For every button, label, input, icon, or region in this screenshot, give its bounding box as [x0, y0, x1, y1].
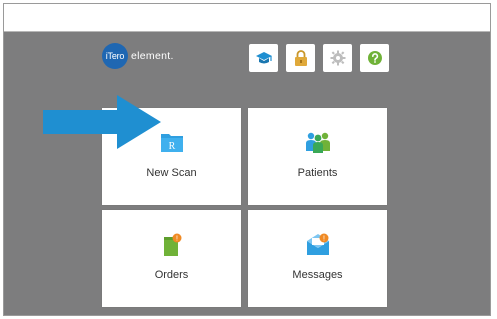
app-home-screen: iTero element. R New Scan Patients ! Ord…: [4, 32, 490, 315]
settings-button[interactable]: [323, 44, 352, 72]
folder-scan-icon: R: [160, 131, 184, 158]
annotation-arrow-icon: [43, 95, 161, 154]
itero-element-logo: iTero element.: [102, 43, 174, 69]
folder-scan-letter: R: [168, 141, 175, 152]
question-icon: [367, 50, 383, 66]
orders-label: Orders: [154, 269, 189, 281]
training-button[interactable]: [249, 44, 278, 72]
screenshot-frame: iTero element. R New Scan Patients ! Ord…: [3, 3, 491, 316]
graduation-cap-icon: [255, 50, 273, 66]
window-title-bar: [4, 4, 490, 32]
orders-badge: !: [176, 236, 178, 243]
logo-product-name: element.: [131, 50, 174, 62]
new-scan-label: New Scan: [146, 167, 197, 179]
messages-tile[interactable]: ! Messages: [248, 210, 387, 307]
orders-tile[interactable]: ! Orders: [102, 210, 241, 307]
logo-badge: iTero: [102, 43, 128, 69]
orders-icon: !: [160, 233, 184, 262]
lock-button[interactable]: [286, 44, 315, 72]
messages-icon: !: [305, 233, 331, 262]
messages-badge: !: [323, 236, 325, 243]
patients-tile[interactable]: Patients: [248, 108, 387, 205]
messages-label: Messages: [292, 269, 343, 281]
patients-label: Patients: [297, 167, 338, 179]
gear-icon: [330, 50, 346, 66]
help-button[interactable]: [360, 44, 389, 72]
patients-icon: [305, 131, 331, 158]
lock-icon: [294, 50, 308, 66]
